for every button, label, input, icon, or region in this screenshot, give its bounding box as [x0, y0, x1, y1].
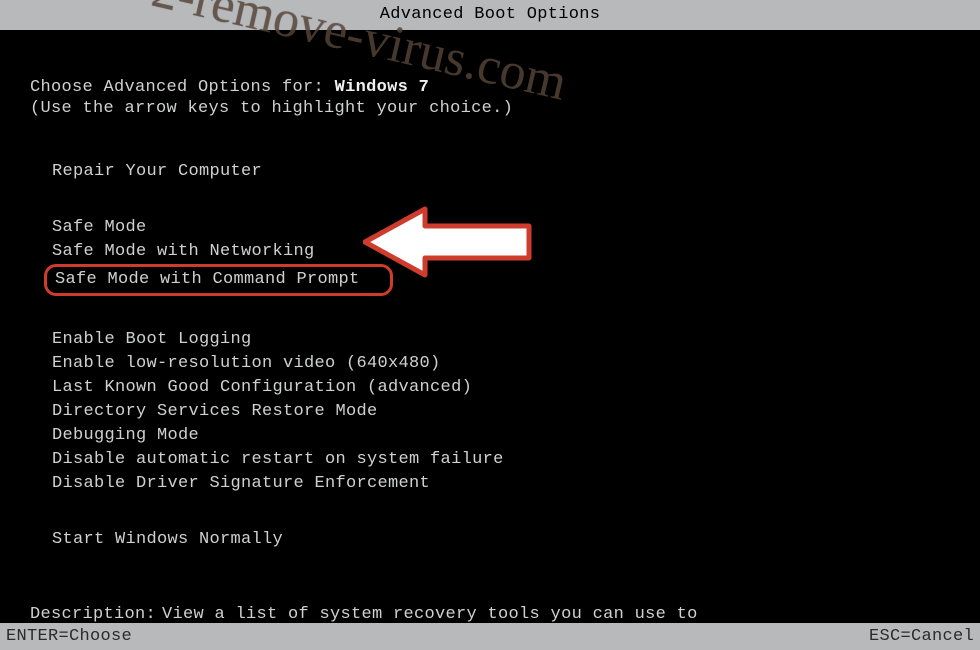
menu-start-normally[interactable]: Start Windows Normally	[52, 528, 980, 552]
os-name: Windows 7	[335, 78, 430, 97]
choose-prefix: Choose Advanced Options for:	[30, 78, 335, 97]
arrow-keys-hint: (Use the arrow keys to highlight your ch…	[30, 99, 980, 118]
menu-safe-mode-command-prompt[interactable]: Safe Mode with Command Prompt	[44, 264, 393, 296]
menu-boot-logging[interactable]: Enable Boot Logging	[52, 328, 980, 352]
menu-disable-driver-sig[interactable]: Disable Driver Signature Enforcement	[52, 472, 980, 496]
footer-bar: ENTER=Choose ESC=Cancel	[0, 623, 980, 650]
menu-repair-computer[interactable]: Repair Your Computer	[52, 160, 980, 184]
choose-line: Choose Advanced Options for: Windows 7	[30, 78, 980, 97]
menu-low-res-video[interactable]: Enable low-resolution video (640x480)	[52, 352, 980, 376]
window-title: Advanced Boot Options	[0, 0, 980, 30]
menu-directory-services-restore[interactable]: Directory Services Restore Mode	[52, 400, 980, 424]
boot-menu: Choose Advanced Options for: Windows 7 (…	[0, 30, 980, 650]
footer-esc: ESC=Cancel	[869, 627, 974, 646]
footer-enter: ENTER=Choose	[6, 627, 132, 646]
menu-debugging-mode[interactable]: Debugging Mode	[52, 424, 980, 448]
menu-last-known-good[interactable]: Last Known Good Configuration (advanced)	[52, 376, 980, 400]
menu-disable-auto-restart[interactable]: Disable automatic restart on system fail…	[52, 448, 980, 472]
arrow-annotation-icon	[363, 205, 533, 279]
